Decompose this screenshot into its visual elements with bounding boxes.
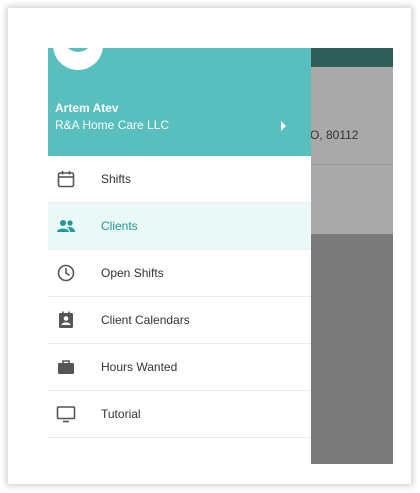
menu-item-shifts[interactable]: Shifts bbox=[48, 156, 311, 203]
menu-item-client-calendars[interactable]: Client Calendars bbox=[48, 297, 311, 344]
clock-icon bbox=[57, 264, 75, 282]
avatar[interactable] bbox=[53, 48, 103, 70]
menu-item-label: Tutorial bbox=[101, 407, 141, 421]
divider bbox=[303, 164, 393, 165]
monitor-icon bbox=[56, 406, 76, 423]
menu-item-label: Open Shifts bbox=[101, 266, 164, 280]
drawer-menu: Shifts Clients Open Shifts Client Calend… bbox=[48, 156, 311, 438]
account-switch-arrow-icon[interactable] bbox=[281, 121, 286, 131]
user-name: Artem Atev bbox=[55, 101, 119, 115]
calendar-icon bbox=[57, 171, 75, 188]
contact-calendar-icon bbox=[59, 311, 73, 328]
menu-item-label: Shifts bbox=[101, 172, 132, 186]
menu-item-label: Hours Wanted bbox=[101, 360, 178, 374]
briefcase-icon bbox=[58, 360, 74, 374]
menu-item-clients[interactable]: Clients bbox=[48, 203, 311, 250]
menu-item-open-shifts[interactable]: Open Shifts bbox=[48, 250, 311, 297]
app-screen: O, 80112 Artem Atev R&A Home Care LLC Sh… bbox=[48, 48, 393, 464]
avatar-head bbox=[65, 48, 91, 52]
menu-item-hours-wanted[interactable]: Hours Wanted bbox=[48, 344, 311, 391]
navigation-drawer: Artem Atev R&A Home Care LLC Shifts Clie… bbox=[48, 48, 311, 464]
user-organization: R&A Home Care LLC bbox=[55, 118, 170, 132]
drawer-header: Artem Atev R&A Home Care LLC bbox=[48, 48, 311, 156]
menu-item-tutorial[interactable]: Tutorial bbox=[48, 391, 311, 438]
menu-item-label: Clients bbox=[101, 219, 138, 233]
screenshot-frame: O, 80112 Artem Atev R&A Home Care LLC Sh… bbox=[8, 8, 411, 484]
people-icon bbox=[57, 220, 75, 232]
address-text: O, 80112 bbox=[310, 128, 359, 142]
menu-item-label: Client Calendars bbox=[101, 313, 190, 327]
